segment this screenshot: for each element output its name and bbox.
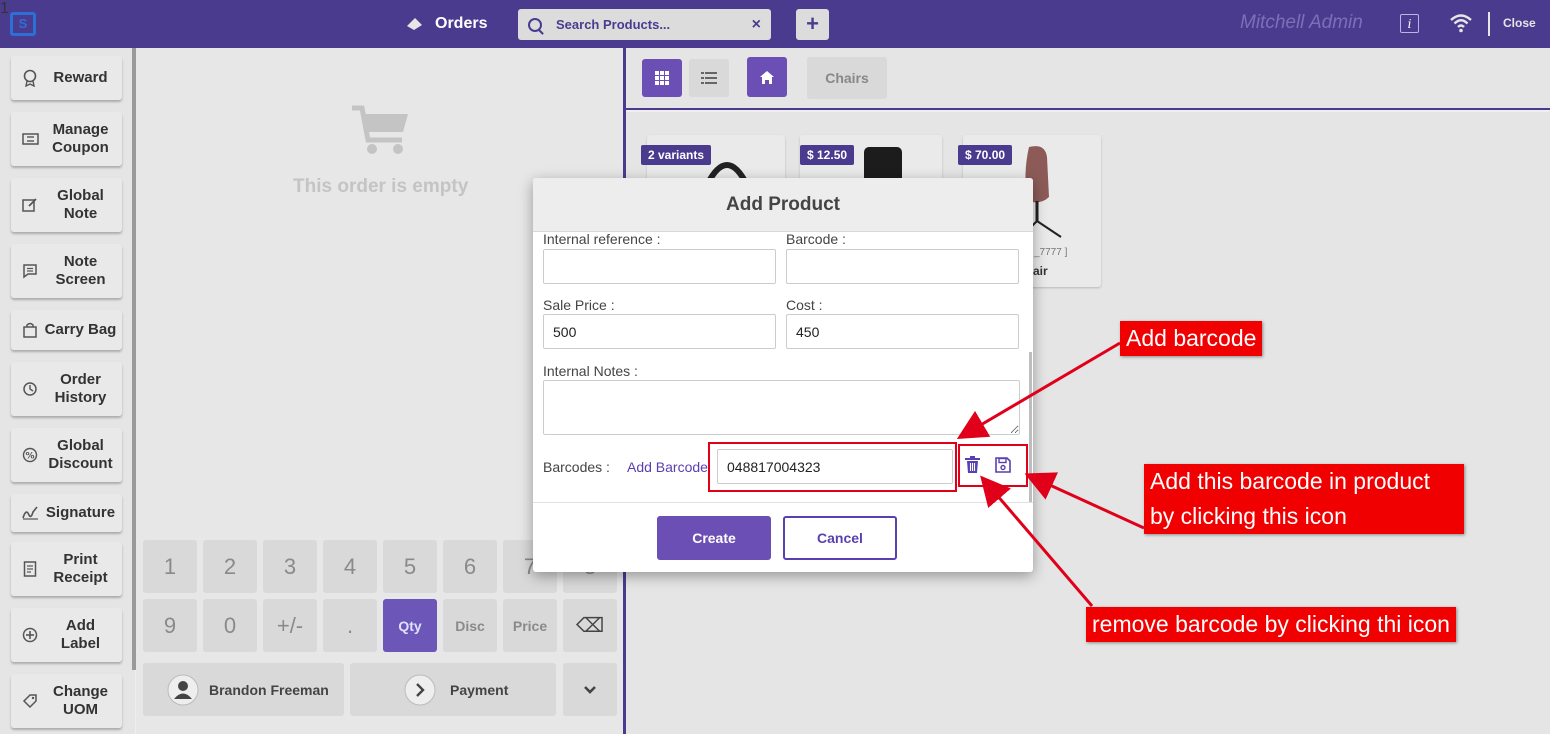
annotation-arrows [956,341,1145,607]
arrow-to-save-icon [1024,472,1145,530]
arrow-to-add-barcode [956,341,1121,440]
arrow-to-trash-icon [980,475,1094,607]
